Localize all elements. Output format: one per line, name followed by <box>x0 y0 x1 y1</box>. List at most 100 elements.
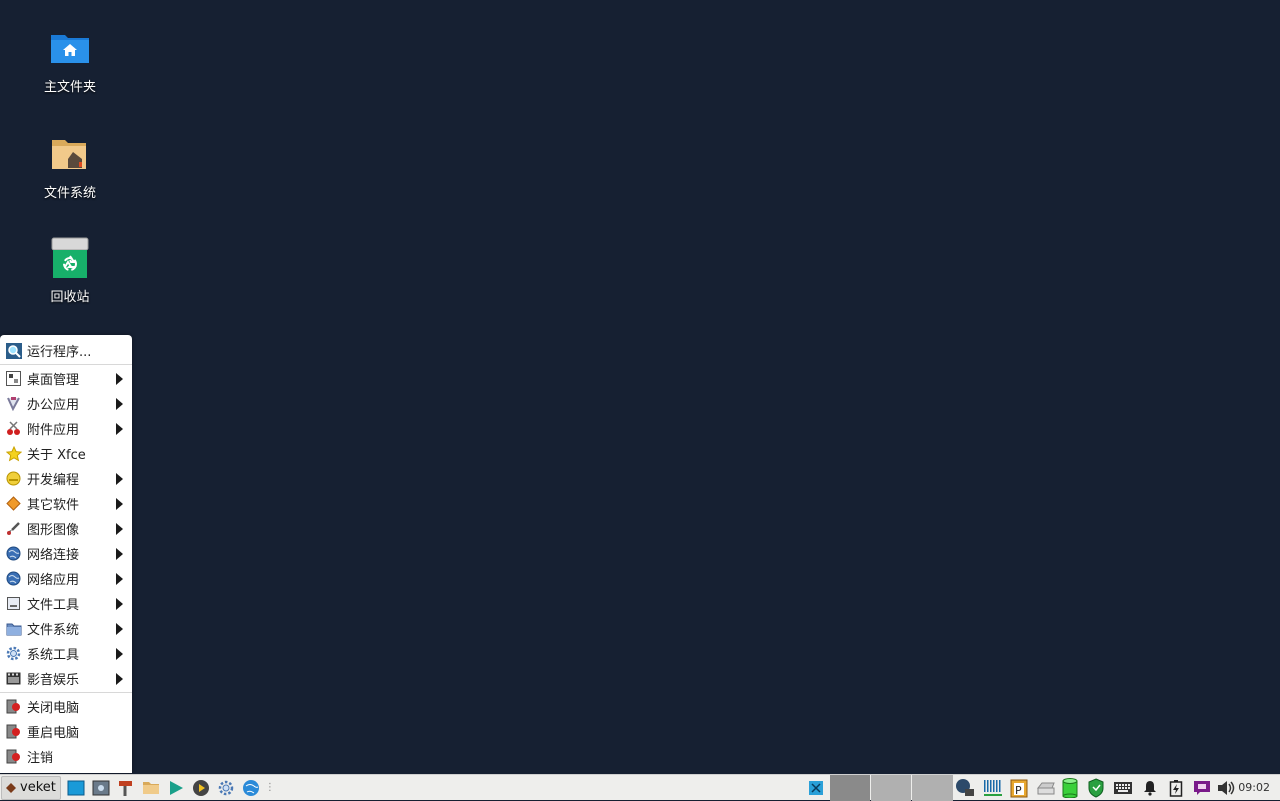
menu-item-logout[interactable]: 注销 <box>0 744 132 769</box>
screenshot-icon[interactable] <box>91 778 111 798</box>
accessories-icon <box>5 420 22 437</box>
menu-item-label: 文件工具 <box>27 598 80 613</box>
veket-logo-icon <box>6 782 16 793</box>
internet-globe-icon <box>5 570 22 587</box>
workspace-3[interactable] <box>912 775 953 801</box>
logout-icon <box>5 748 22 765</box>
application-menu: 运行程序... 桌面管理 办公应用 附件应用 关于 Xfce 开发编程 其它软件… <box>0 335 132 773</box>
submenu-arrow-icon <box>116 598 123 610</box>
menu-item-label: 网络应用 <box>27 573 80 588</box>
menu-item-file-system[interactable]: 文件系统 <box>0 616 132 641</box>
menu-item-label: 注销 <box>27 751 54 766</box>
menu-item-reboot[interactable]: 重启电脑 <box>0 719 132 744</box>
signal-meter-icon[interactable] <box>983 778 1003 798</box>
desktop-icon-filesystem[interactable]: 文件系统 <box>20 132 120 201</box>
shutdown-icon <box>5 698 22 715</box>
menu-item-label: 关闭电脑 <box>27 701 80 716</box>
submenu-arrow-icon <box>116 398 123 410</box>
star-icon <box>5 445 22 462</box>
folder-icon <box>5 620 22 637</box>
submenu-arrow-icon <box>116 648 123 660</box>
submenu-arrow-icon <box>116 523 123 535</box>
other-icon <box>5 495 22 512</box>
keyboard-icon[interactable] <box>1113 778 1133 798</box>
menu-item-desktop-management[interactable]: 桌面管理 <box>0 366 132 391</box>
search-icon <box>5 342 22 359</box>
start-menu-label: veket <box>20 780 56 795</box>
network-globe-icon <box>5 545 22 562</box>
desktop-icon-label: 主文件夹 <box>43 80 96 95</box>
paint-roller-icon[interactable] <box>116 778 136 798</box>
submenu-arrow-icon <box>116 473 123 485</box>
bell-icon[interactable] <box>1140 778 1160 798</box>
menu-item-run-program[interactable]: 运行程序... <box>0 338 132 363</box>
close-window-icon[interactable] <box>806 778 826 798</box>
trash-icon <box>48 236 92 280</box>
menu-item-label: 影音娱乐 <box>27 673 80 688</box>
submenu-arrow-icon <box>116 673 123 685</box>
desktop-icon-home[interactable]: 主文件夹 <box>20 26 120 95</box>
desktop-settings-icon <box>5 370 22 387</box>
menu-item-label: 其它软件 <box>27 498 80 513</box>
workspace-1[interactable] <box>830 775 870 801</box>
menu-item-label: 重启电脑 <box>27 726 80 741</box>
home-folder-icon <box>48 26 92 70</box>
menu-item-about-xfce[interactable]: 关于 Xfce <box>0 441 132 466</box>
menu-item-label: 桌面管理 <box>27 373 80 388</box>
file-manager-icon[interactable] <box>141 778 161 798</box>
graphics-icon <box>5 520 22 537</box>
menu-separator <box>0 364 132 365</box>
reboot-icon <box>5 723 22 740</box>
svg-text:P: P <box>1015 784 1022 797</box>
database-icon[interactable] <box>1060 778 1080 798</box>
menu-item-label: 关于 Xfce <box>27 448 86 463</box>
menu-item-internet[interactable]: 网络应用 <box>0 566 132 591</box>
workspace-2[interactable] <box>871 775 911 801</box>
submenu-arrow-icon <box>116 498 123 510</box>
menu-item-label: 网络连接 <box>27 548 80 563</box>
office-icon <box>5 395 22 412</box>
menu-item-label: 图形图像 <box>27 523 80 538</box>
menu-item-label: 办公应用 <box>27 398 80 413</box>
chat-icon[interactable] <box>1192 778 1212 798</box>
menu-item-office[interactable]: 办公应用 <box>0 391 132 416</box>
menu-item-network-connection[interactable]: 网络连接 <box>0 541 132 566</box>
filesystem-folder-icon <box>48 132 92 176</box>
submenu-arrow-icon <box>116 573 123 585</box>
menu-item-file-tools[interactable]: 文件工具 <box>0 591 132 616</box>
menu-item-development[interactable]: 开发编程 <box>0 466 132 491</box>
volume-icon[interactable] <box>1216 778 1236 798</box>
menu-item-system-tools[interactable]: 系统工具 <box>0 641 132 666</box>
desktop-icon-label: 文件系统 <box>43 186 96 201</box>
menu-item-label: 文件系统 <box>27 623 80 638</box>
submenu-arrow-icon <box>116 423 123 435</box>
desktop-icon-trash[interactable]: 回收站 <box>20 236 120 305</box>
taskbar: veket ⋮ P 09:02 <box>0 774 1280 801</box>
media-player-icon[interactable] <box>166 778 186 798</box>
clipboard-icon[interactable]: P <box>1009 778 1029 798</box>
gear-icon <box>5 645 22 662</box>
launcher-overflow-handle[interactable]: ⋮ <box>265 782 275 793</box>
printer-icon[interactable] <box>1036 778 1056 798</box>
show-desktop-icon[interactable] <box>66 778 86 798</box>
menu-item-label: 附件应用 <box>27 423 80 438</box>
browser-icon[interactable] <box>241 778 261 798</box>
submenu-arrow-icon <box>116 623 123 635</box>
multimedia-icon <box>5 670 22 687</box>
desktop-icon-label: 回收站 <box>50 290 90 305</box>
battery-icon[interactable] <box>1166 778 1186 798</box>
menu-item-shutdown[interactable]: 关闭电脑 <box>0 694 132 719</box>
menu-item-other-software[interactable]: 其它软件 <box>0 491 132 516</box>
menu-item-accessories[interactable]: 附件应用 <box>0 416 132 441</box>
menu-item-label: 系统工具 <box>27 648 80 663</box>
clock[interactable]: 09:02 <box>1238 781 1270 794</box>
network-icon[interactable] <box>955 778 975 798</box>
submenu-arrow-icon <box>116 373 123 385</box>
shield-icon[interactable] <box>1086 778 1106 798</box>
settings-gear-icon[interactable] <box>216 778 236 798</box>
music-player-icon[interactable] <box>191 778 211 798</box>
start-menu-button[interactable]: veket <box>1 775 61 800</box>
menu-item-label: 开发编程 <box>27 473 80 488</box>
menu-item-graphics[interactable]: 图形图像 <box>0 516 132 541</box>
menu-item-multimedia[interactable]: 影音娱乐 <box>0 666 132 691</box>
